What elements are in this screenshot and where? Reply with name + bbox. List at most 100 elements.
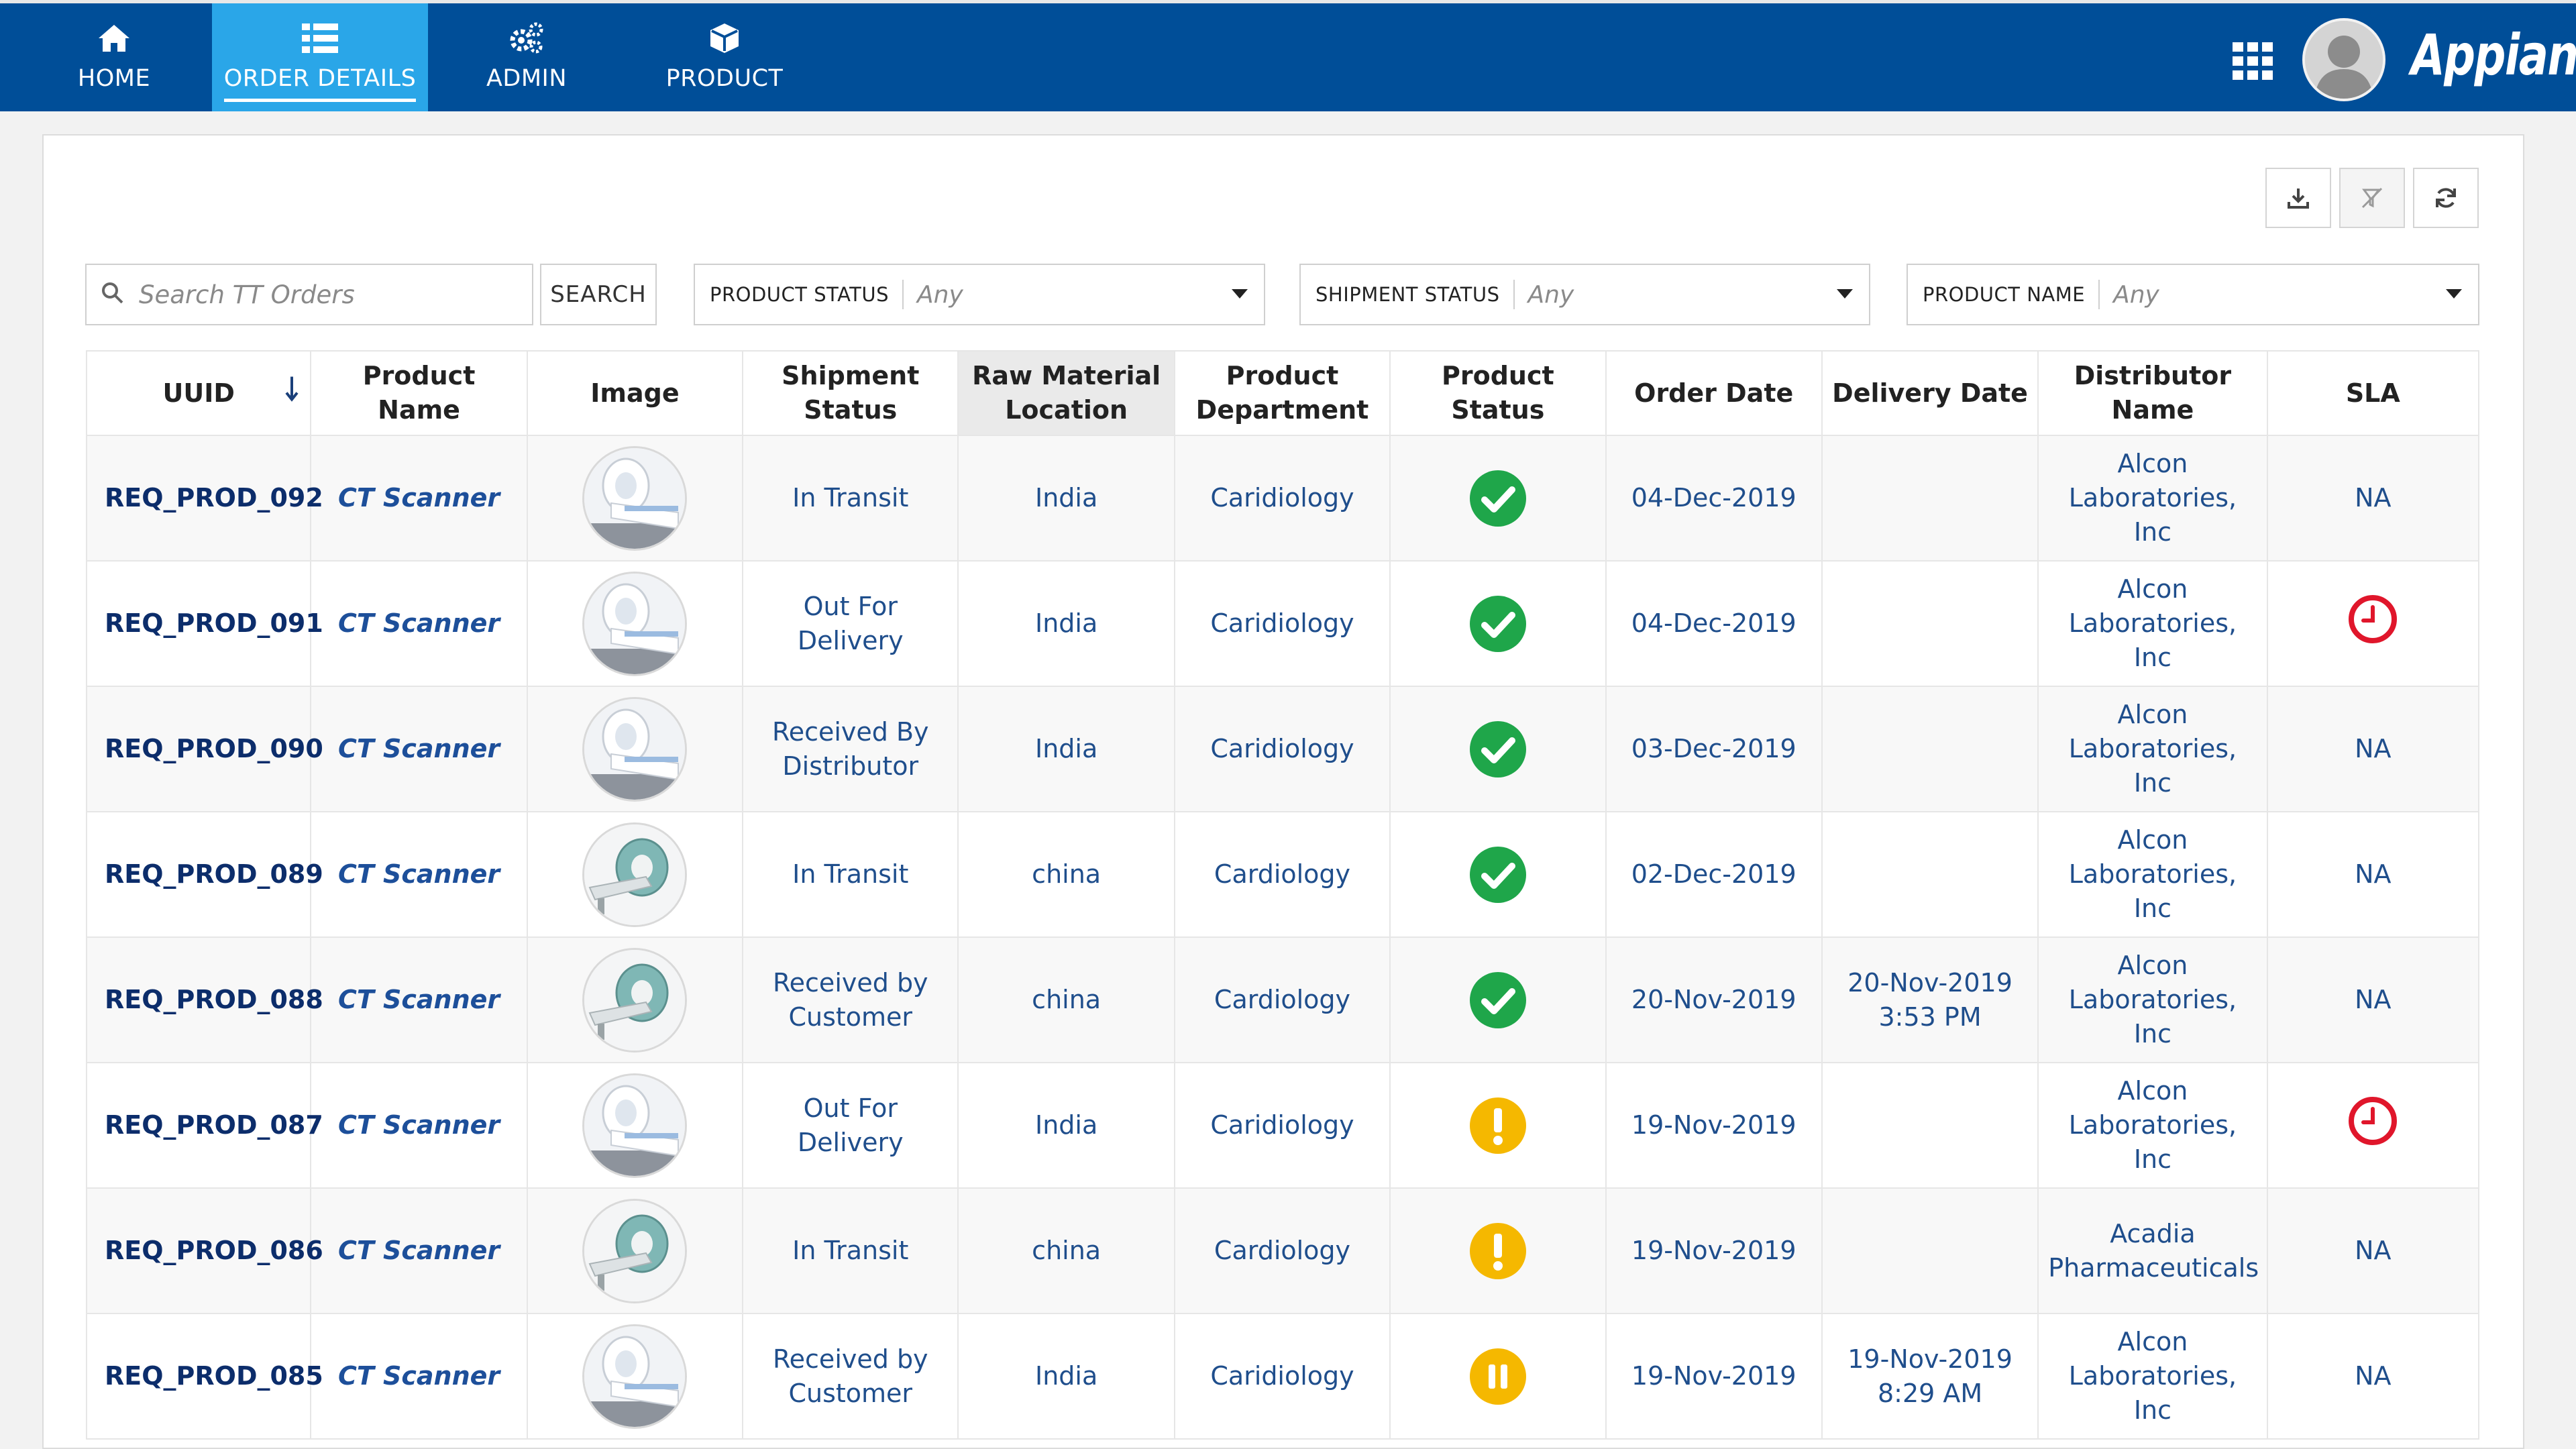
column-header-product-name[interactable]: Product Name xyxy=(310,350,528,436)
tab-admin[interactable]: ADMIN xyxy=(456,3,597,111)
product-status-cell xyxy=(1389,1187,1607,1314)
image-cell xyxy=(526,936,744,1063)
product-name-link[interactable]: CT Scanner xyxy=(310,1062,528,1189)
product-status-cell xyxy=(1389,686,1607,812)
column-header-image: Image xyxy=(526,350,744,436)
product-status-cell xyxy=(1389,435,1607,561)
sla-alert-clock-icon[interactable] xyxy=(2347,1097,2398,1152)
product-name-link[interactable]: CT Scanner xyxy=(310,560,528,687)
product-image[interactable] xyxy=(582,696,688,802)
distributor-cell: Acadia Pharmaceuticals xyxy=(2037,1187,2268,1314)
gears-icon xyxy=(508,21,545,56)
product-name-dropdown[interactable]: PRODUCT NAME Any xyxy=(1907,264,2479,325)
uuid-link[interactable]: REQ_PROD_092 xyxy=(85,435,323,561)
department-cell: Caridiology xyxy=(1173,686,1391,812)
sort-descending-icon[interactable] xyxy=(284,376,299,411)
uuid-link[interactable]: REQ_PROD_086 xyxy=(85,1187,323,1314)
download-button[interactable] xyxy=(2265,168,2331,228)
column-header-raw-material-location[interactable]: Raw Material Location xyxy=(957,350,1175,436)
refresh-icon xyxy=(2436,188,2456,208)
department-cell: Caridiology xyxy=(1173,1313,1391,1440)
shipment-status-cell: In Transit xyxy=(742,811,959,938)
clear-filters-button[interactable] xyxy=(2339,168,2405,228)
uuid-link[interactable]: REQ_PROD_085 xyxy=(85,1313,323,1440)
distributor-cell: Alcon Laboratories, Inc xyxy=(2037,936,2268,1063)
sla-cell: NA xyxy=(2266,686,2480,812)
product-name-link[interactable]: CT Scanner xyxy=(310,811,528,938)
product-image[interactable] xyxy=(582,1198,688,1303)
dropdown-label: PRODUCT NAME xyxy=(1923,283,2086,306)
product-image[interactable] xyxy=(582,1073,688,1178)
shipment-status-cell: Received by Customer xyxy=(742,936,959,1063)
status-warning-icon xyxy=(1468,1097,1527,1154)
tab-label: ORDER DETAILS xyxy=(223,65,417,102)
column-header-delivery-date[interactable]: Delivery Date xyxy=(1821,350,2039,436)
product-name-link[interactable]: CT Scanner xyxy=(310,686,528,812)
dropdown-label: SHIPMENT STATUS xyxy=(1316,283,1500,306)
product-image[interactable] xyxy=(582,947,688,1053)
table-row[interactable]: REQ_PROD_085 CT Scanner Received by Custom… xyxy=(85,1313,2480,1440)
search-icon xyxy=(101,282,124,307)
dropdown-value: Any xyxy=(2113,280,2159,309)
status-complete-icon xyxy=(1468,470,1527,527)
search-input[interactable] xyxy=(138,279,516,310)
product-status-dropdown[interactable]: PRODUCT STATUS Any xyxy=(694,264,1265,325)
app-launcher-grid-icon[interactable] xyxy=(2233,42,2273,80)
image-cell xyxy=(526,1062,744,1189)
uuid-link[interactable]: REQ_PROD_088 xyxy=(85,936,323,1063)
table-row[interactable]: REQ_PROD_086 CT Scanner In Transit china Car… xyxy=(85,1187,2480,1314)
column-header-product-department[interactable]: Product Department xyxy=(1173,350,1391,436)
divider xyxy=(902,280,904,309)
refresh-button[interactable] xyxy=(2413,168,2479,228)
column-header-product-status[interactable]: Product Status xyxy=(1389,350,1607,436)
dropdown-label: PRODUCT STATUS xyxy=(710,283,890,306)
department-cell: Caridiology xyxy=(1173,560,1391,687)
uuid-link[interactable]: REQ_PROD_090 xyxy=(85,686,323,812)
shipment-status-dropdown[interactable]: SHIPMENT STATUS Any xyxy=(1299,264,1870,325)
orders-table: UUID Product Name Image Shipment Status … xyxy=(85,350,2480,1440)
product-image[interactable] xyxy=(582,822,688,927)
product-name-link[interactable]: CT Scanner xyxy=(310,936,528,1063)
sla-cell: NA xyxy=(2266,1313,2480,1440)
image-cell xyxy=(526,686,744,812)
product-status-cell xyxy=(1389,811,1607,938)
product-name-link[interactable]: CT Scanner xyxy=(310,1187,528,1314)
tab-home[interactable]: HOME xyxy=(40,3,188,111)
order-date-cell: 19-Nov-2019 xyxy=(1605,1062,1823,1189)
product-image[interactable] xyxy=(582,1324,688,1429)
distributor-cell: Alcon Laboratories, Inc xyxy=(2037,1062,2268,1189)
table-row[interactable]: REQ_PROD_088 CT Scanner Received by Custom… xyxy=(85,936,2480,1063)
location-cell: India xyxy=(957,1313,1175,1440)
column-header-distributor-name[interactable]: Distributor Name xyxy=(2037,350,2268,436)
search-field[interactable] xyxy=(85,264,533,325)
table-row[interactable]: REQ_PROD_087 CT Scanner Out For Delivery In… xyxy=(85,1062,2480,1189)
product-name-link[interactable]: CT Scanner xyxy=(310,435,528,561)
table-row[interactable]: REQ_PROD_091 CT Scanner Out For Delivery In… xyxy=(85,560,2480,687)
uuid-link[interactable]: REQ_PROD_091 xyxy=(85,560,323,687)
product-status-cell xyxy=(1389,560,1607,687)
product-image[interactable] xyxy=(582,571,688,676)
product-name-link[interactable]: CT Scanner xyxy=(310,1313,528,1440)
table-row[interactable]: REQ_PROD_089 CT Scanner In Transit china Car… xyxy=(85,811,2480,938)
table-row[interactable]: REQ_PROD_090 CT Scanner Received By Distri… xyxy=(85,686,2480,812)
sla-alert-clock-icon[interactable] xyxy=(2347,595,2398,651)
tab-label: PRODUCT xyxy=(665,65,784,92)
distributor-cell: Alcon Laboratories, Inc xyxy=(2037,1313,2268,1440)
uuid-link[interactable]: REQ_PROD_089 xyxy=(85,811,323,938)
home-icon xyxy=(97,21,131,56)
sla-cell: NA xyxy=(2266,936,2480,1063)
column-header-shipment-status[interactable]: Shipment Status xyxy=(742,350,959,436)
column-header-order-date[interactable]: Order Date xyxy=(1605,350,1823,436)
order-date-cell: 02-Dec-2019 xyxy=(1605,811,1823,938)
search-button[interactable]: SEARCH xyxy=(540,264,657,325)
column-header-uuid[interactable]: UUID xyxy=(85,350,312,436)
shipment-status-cell: Out For Delivery xyxy=(742,560,959,687)
table-row[interactable]: REQ_PROD_092 CT Scanner In Transit India Car… xyxy=(85,435,2480,561)
uuid-link[interactable]: REQ_PROD_087 xyxy=(85,1062,323,1189)
user-avatar[interactable] xyxy=(2302,18,2385,101)
tab-order-details[interactable]: ORDER DETAILS xyxy=(212,3,428,111)
tab-product[interactable]: PRODUCT xyxy=(644,3,805,111)
divider xyxy=(1513,280,1515,309)
column-header-sla[interactable]: SLA xyxy=(2266,350,2480,436)
product-image[interactable] xyxy=(582,445,688,551)
